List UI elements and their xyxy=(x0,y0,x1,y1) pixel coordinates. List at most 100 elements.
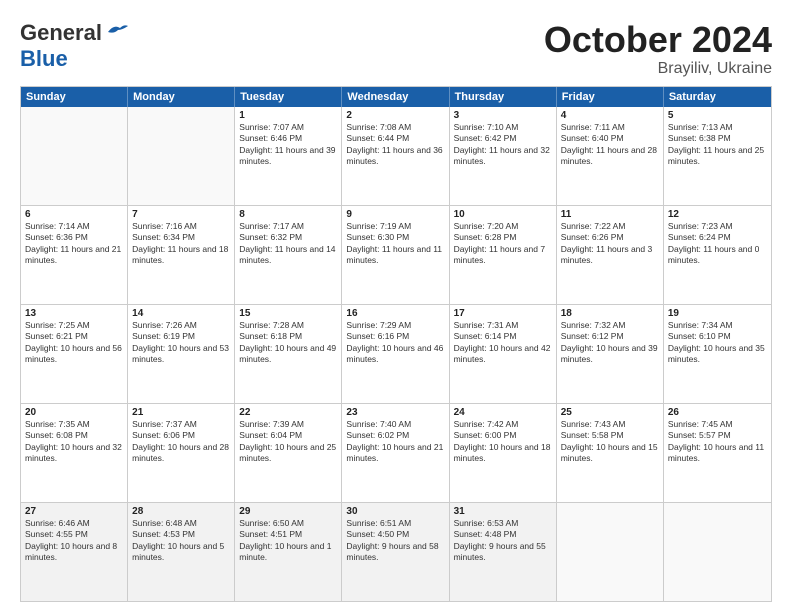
day-info: Sunrise: 7:42 AM Sunset: 6:00 PM Dayligh… xyxy=(454,419,552,465)
day-number: 22 xyxy=(239,407,337,418)
day-number: 4 xyxy=(561,110,659,121)
calendar-cell: 14Sunrise: 7:26 AM Sunset: 6:19 PM Dayli… xyxy=(128,305,235,403)
weekday-header-monday: Monday xyxy=(128,87,235,107)
day-info: Sunrise: 7:16 AM Sunset: 6:34 PM Dayligh… xyxy=(132,221,230,267)
day-number: 8 xyxy=(239,209,337,220)
logo-bird-icon xyxy=(106,22,128,40)
day-number: 25 xyxy=(561,407,659,418)
day-number: 7 xyxy=(132,209,230,220)
calendar-cell xyxy=(128,107,235,205)
day-info: Sunrise: 7:13 AM Sunset: 6:38 PM Dayligh… xyxy=(668,122,767,168)
calendar-cell: 26Sunrise: 7:45 AM Sunset: 5:57 PM Dayli… xyxy=(664,404,771,502)
calendar-cell: 4Sunrise: 7:11 AM Sunset: 6:40 PM Daylig… xyxy=(557,107,664,205)
calendar-row-4: 20Sunrise: 7:35 AM Sunset: 6:08 PM Dayli… xyxy=(21,403,771,502)
logo-text-general: General xyxy=(20,20,102,46)
calendar-cell: 25Sunrise: 7:43 AM Sunset: 5:58 PM Dayli… xyxy=(557,404,664,502)
day-number: 20 xyxy=(25,407,123,418)
day-number: 28 xyxy=(132,506,230,517)
calendar-cell: 15Sunrise: 7:28 AM Sunset: 6:18 PM Dayli… xyxy=(235,305,342,403)
calendar-cell xyxy=(21,107,128,205)
calendar-cell: 30Sunrise: 6:51 AM Sunset: 4:50 PM Dayli… xyxy=(342,503,449,601)
day-info: Sunrise: 7:14 AM Sunset: 6:36 PM Dayligh… xyxy=(25,221,123,267)
month-title: October 2024 Brayiliv, Ukraine xyxy=(544,20,772,78)
calendar-row-1: 1Sunrise: 7:07 AM Sunset: 6:46 PM Daylig… xyxy=(21,107,771,205)
calendar-cell: 21Sunrise: 7:37 AM Sunset: 6:06 PM Dayli… xyxy=(128,404,235,502)
calendar-header: SundayMondayTuesdayWednesdayThursdayFrid… xyxy=(21,87,771,107)
weekday-header-wednesday: Wednesday xyxy=(342,87,449,107)
day-number: 5 xyxy=(668,110,767,121)
calendar-cell: 28Sunrise: 6:48 AM Sunset: 4:53 PM Dayli… xyxy=(128,503,235,601)
day-info: Sunrise: 7:22 AM Sunset: 6:26 PM Dayligh… xyxy=(561,221,659,267)
calendar-cell: 6Sunrise: 7:14 AM Sunset: 6:36 PM Daylig… xyxy=(21,206,128,304)
day-info: Sunrise: 7:43 AM Sunset: 5:58 PM Dayligh… xyxy=(561,419,659,465)
day-number: 17 xyxy=(454,308,552,319)
calendar-cell: 9Sunrise: 7:19 AM Sunset: 6:30 PM Daylig… xyxy=(342,206,449,304)
logo: General Blue xyxy=(20,20,128,72)
calendar-cell xyxy=(557,503,664,601)
location: Brayiliv, Ukraine xyxy=(544,60,772,78)
day-number: 14 xyxy=(132,308,230,319)
calendar-row-3: 13Sunrise: 7:25 AM Sunset: 6:21 PM Dayli… xyxy=(21,304,771,403)
day-info: Sunrise: 7:32 AM Sunset: 6:12 PM Dayligh… xyxy=(561,320,659,366)
day-info: Sunrise: 7:34 AM Sunset: 6:10 PM Dayligh… xyxy=(668,320,767,366)
calendar-cell: 8Sunrise: 7:17 AM Sunset: 6:32 PM Daylig… xyxy=(235,206,342,304)
calendar-body: 1Sunrise: 7:07 AM Sunset: 6:46 PM Daylig… xyxy=(21,107,771,601)
day-number: 2 xyxy=(346,110,444,121)
day-info: Sunrise: 6:50 AM Sunset: 4:51 PM Dayligh… xyxy=(239,518,337,564)
day-info: Sunrise: 6:53 AM Sunset: 4:48 PM Dayligh… xyxy=(454,518,552,564)
day-info: Sunrise: 7:23 AM Sunset: 6:24 PM Dayligh… xyxy=(668,221,767,267)
calendar-cell: 12Sunrise: 7:23 AM Sunset: 6:24 PM Dayli… xyxy=(664,206,771,304)
calendar-cell: 17Sunrise: 7:31 AM Sunset: 6:14 PM Dayli… xyxy=(450,305,557,403)
calendar-cell: 5Sunrise: 7:13 AM Sunset: 6:38 PM Daylig… xyxy=(664,107,771,205)
day-info: Sunrise: 6:51 AM Sunset: 4:50 PM Dayligh… xyxy=(346,518,444,564)
header: General Blue October 2024 Brayiliv, Ukra… xyxy=(20,20,772,78)
weekday-header-friday: Friday xyxy=(557,87,664,107)
weekday-header-saturday: Saturday xyxy=(664,87,771,107)
day-number: 13 xyxy=(25,308,123,319)
day-number: 26 xyxy=(668,407,767,418)
day-number: 30 xyxy=(346,506,444,517)
day-info: Sunrise: 7:35 AM Sunset: 6:08 PM Dayligh… xyxy=(25,419,123,465)
day-number: 18 xyxy=(561,308,659,319)
calendar-cell: 23Sunrise: 7:40 AM Sunset: 6:02 PM Dayli… xyxy=(342,404,449,502)
day-info: Sunrise: 7:11 AM Sunset: 6:40 PM Dayligh… xyxy=(561,122,659,168)
weekday-header-sunday: Sunday xyxy=(21,87,128,107)
day-info: Sunrise: 7:20 AM Sunset: 6:28 PM Dayligh… xyxy=(454,221,552,267)
calendar-cell: 7Sunrise: 7:16 AM Sunset: 6:34 PM Daylig… xyxy=(128,206,235,304)
day-number: 21 xyxy=(132,407,230,418)
calendar-cell: 3Sunrise: 7:10 AM Sunset: 6:42 PM Daylig… xyxy=(450,107,557,205)
calendar-cell: 22Sunrise: 7:39 AM Sunset: 6:04 PM Dayli… xyxy=(235,404,342,502)
day-number: 11 xyxy=(561,209,659,220)
calendar-cell: 19Sunrise: 7:34 AM Sunset: 6:10 PM Dayli… xyxy=(664,305,771,403)
day-info: Sunrise: 7:19 AM Sunset: 6:30 PM Dayligh… xyxy=(346,221,444,267)
weekday-header-thursday: Thursday xyxy=(450,87,557,107)
day-number: 9 xyxy=(346,209,444,220)
day-info: Sunrise: 7:37 AM Sunset: 6:06 PM Dayligh… xyxy=(132,419,230,465)
day-number: 23 xyxy=(346,407,444,418)
calendar-cell xyxy=(664,503,771,601)
day-info: Sunrise: 7:39 AM Sunset: 6:04 PM Dayligh… xyxy=(239,419,337,465)
day-info: Sunrise: 7:17 AM Sunset: 6:32 PM Dayligh… xyxy=(239,221,337,267)
logo-line1: General xyxy=(20,20,128,46)
day-info: Sunrise: 7:10 AM Sunset: 6:42 PM Dayligh… xyxy=(454,122,552,168)
day-number: 27 xyxy=(25,506,123,517)
day-number: 31 xyxy=(454,506,552,517)
day-info: Sunrise: 7:07 AM Sunset: 6:46 PM Dayligh… xyxy=(239,122,337,168)
logo-text-blue: Blue xyxy=(20,46,68,71)
day-info: Sunrise: 7:31 AM Sunset: 6:14 PM Dayligh… xyxy=(454,320,552,366)
day-info: Sunrise: 6:46 AM Sunset: 4:55 PM Dayligh… xyxy=(25,518,123,564)
day-info: Sunrise: 7:26 AM Sunset: 6:19 PM Dayligh… xyxy=(132,320,230,366)
calendar-cell: 18Sunrise: 7:32 AM Sunset: 6:12 PM Dayli… xyxy=(557,305,664,403)
calendar-cell: 24Sunrise: 7:42 AM Sunset: 6:00 PM Dayli… xyxy=(450,404,557,502)
calendar-cell: 10Sunrise: 7:20 AM Sunset: 6:28 PM Dayli… xyxy=(450,206,557,304)
day-number: 6 xyxy=(25,209,123,220)
page: General Blue October 2024 Brayiliv, Ukra… xyxy=(0,0,792,612)
day-info: Sunrise: 7:28 AM Sunset: 6:18 PM Dayligh… xyxy=(239,320,337,366)
calendar: SundayMondayTuesdayWednesdayThursdayFrid… xyxy=(20,86,772,602)
calendar-cell: 29Sunrise: 6:50 AM Sunset: 4:51 PM Dayli… xyxy=(235,503,342,601)
day-number: 10 xyxy=(454,209,552,220)
calendar-cell: 27Sunrise: 6:46 AM Sunset: 4:55 PM Dayli… xyxy=(21,503,128,601)
day-number: 1 xyxy=(239,110,337,121)
day-number: 12 xyxy=(668,209,767,220)
day-number: 15 xyxy=(239,308,337,319)
